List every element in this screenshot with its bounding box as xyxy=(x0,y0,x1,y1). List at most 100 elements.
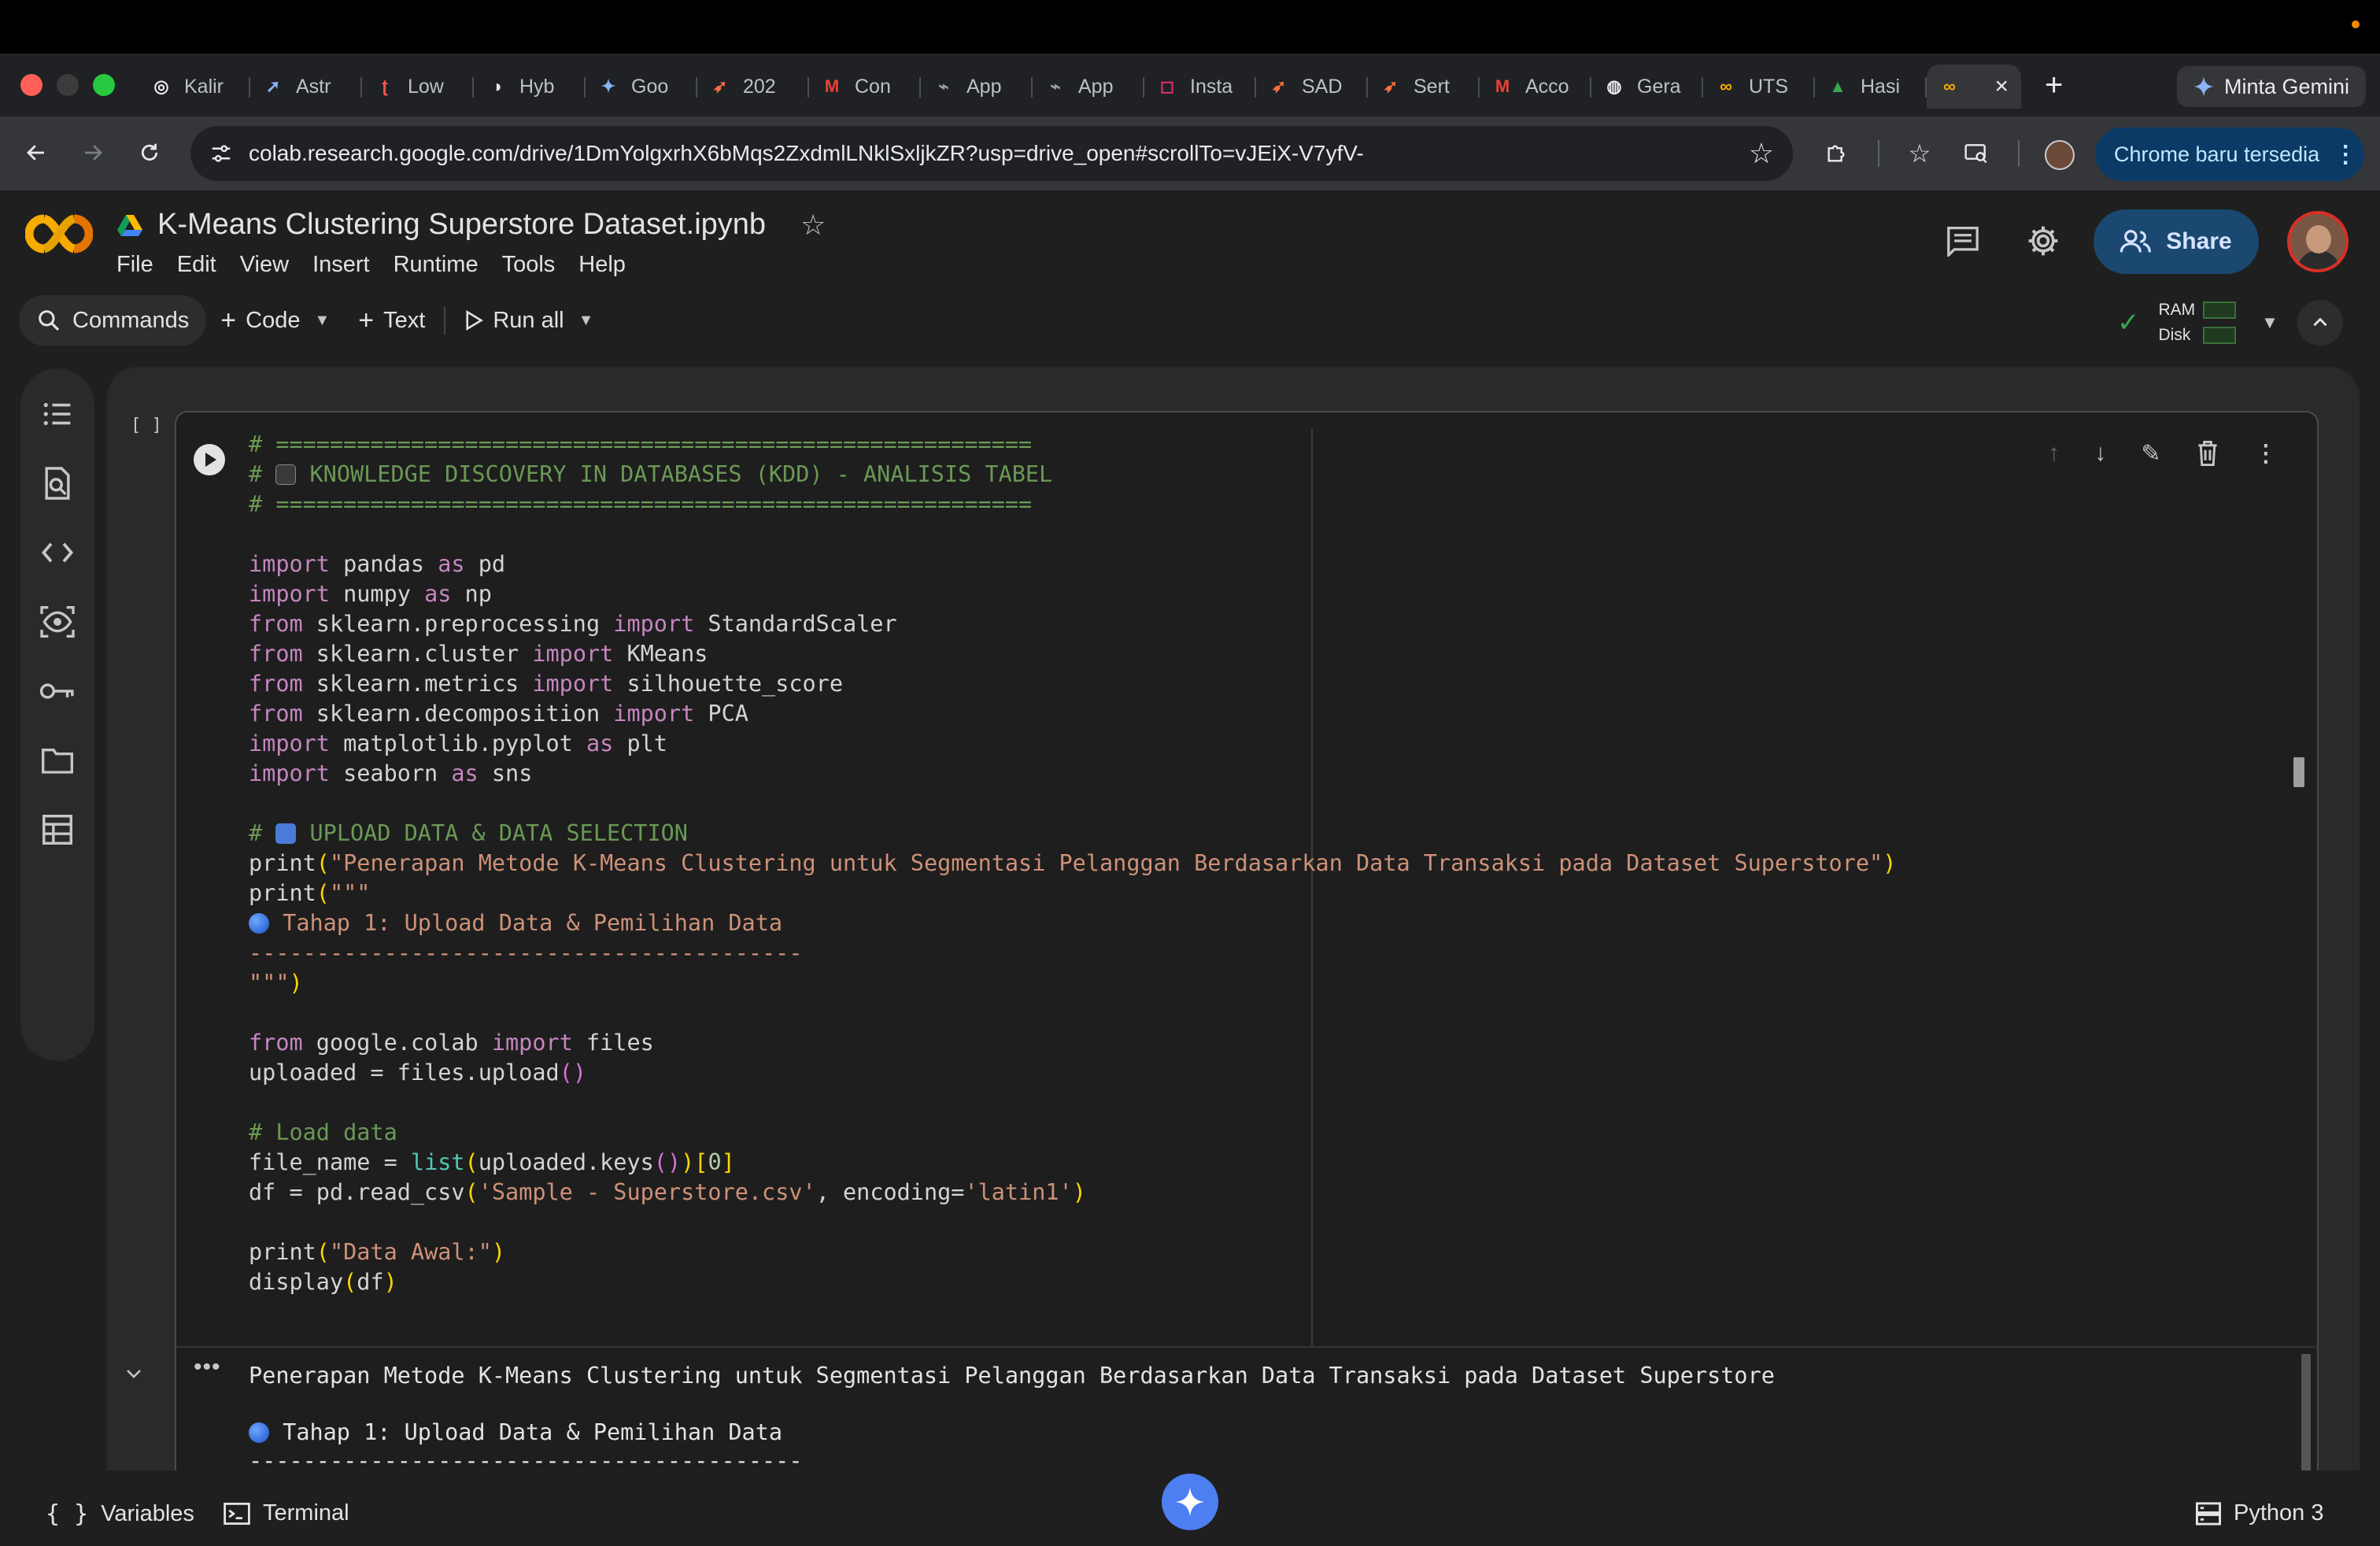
close-tab-icon[interactable]: × xyxy=(1994,73,2009,100)
chrome-update-button[interactable]: Chrome baru tersedia ⋮ xyxy=(2095,128,2364,181)
window-zoom-button[interactable] xyxy=(93,74,115,96)
menu-view[interactable]: View xyxy=(240,252,289,278)
browser-tab[interactable]: M Acco xyxy=(1480,65,1591,109)
secrets-key-icon[interactable] xyxy=(39,672,76,710)
colab-logo[interactable] xyxy=(25,214,93,253)
runtime-resources[interactable]: ✓ RAM Disk ▼ xyxy=(2117,298,2343,348)
menu-tools[interactable]: Tools xyxy=(502,252,556,278)
menu-runtime[interactable]: Runtime xyxy=(394,252,479,278)
comments-icon[interactable] xyxy=(1941,219,1985,263)
browser-tab[interactable]: ➶ SAD xyxy=(1256,65,1368,109)
bookmarks-manager-icon[interactable]: ☆ xyxy=(1901,135,1938,172)
runtime-label: Python 3 xyxy=(2234,1500,2324,1526)
variables-button[interactable]: { } Variables xyxy=(46,1500,194,1528)
bookmark-star-icon[interactable]: ☆ xyxy=(1749,137,1774,170)
comment-line: # ======================================… xyxy=(249,431,1033,457)
find-replace-icon[interactable] xyxy=(39,464,76,502)
back-button[interactable] xyxy=(17,134,55,172)
edit-pencil-icon[interactable]: ✎ xyxy=(2141,440,2160,468)
table-of-contents-icon[interactable] xyxy=(39,395,76,433)
move-up-icon[interactable]: ↑ xyxy=(2048,440,2060,467)
account-avatar[interactable] xyxy=(2287,211,2349,272)
google-drive-icon[interactable] xyxy=(116,213,143,237)
browser-tab[interactable]: M Con xyxy=(809,65,921,109)
editor-scrollbar[interactable] xyxy=(2293,757,2304,787)
variables-label: Variables xyxy=(101,1501,194,1526)
menu-edit[interactable]: Edit xyxy=(177,252,216,278)
commands-label: Commands xyxy=(72,307,190,333)
add-code-cell-button[interactable]: + Code ▼ xyxy=(206,295,344,346)
output-actions-icon[interactable]: ••• xyxy=(194,1354,221,1381)
resource-meters: RAM Disk xyxy=(2159,298,2238,348)
browser-tab[interactable]: ⌁ App xyxy=(1033,65,1144,109)
screen-search-icon xyxy=(1964,144,1987,164)
variable-inspector-icon[interactable] xyxy=(39,603,76,641)
forward-button[interactable] xyxy=(74,134,112,172)
output-divider xyxy=(176,1346,2320,1348)
tab-title: SAD xyxy=(1302,75,1343,98)
new-tab-button[interactable]: + xyxy=(2045,69,2063,101)
notebook-title[interactable]: K-Means Clustering Superstore Dataset.ip… xyxy=(157,208,766,242)
browser-tab[interactable]: ✦ Goo xyxy=(586,65,697,109)
browser-tab[interactable]: ◑ Hyb xyxy=(474,65,586,109)
data-table-icon[interactable] xyxy=(39,811,76,849)
blue-circle-emoji-icon xyxy=(249,913,269,934)
gemini-assistant-button[interactable] xyxy=(1162,1474,1218,1530)
move-down-icon[interactable]: ↓ xyxy=(2094,440,2106,467)
terminal-button[interactable]: Terminal xyxy=(224,1500,349,1526)
run-all-button[interactable]: Run all ▼ xyxy=(450,295,608,346)
menu-file[interactable]: File xyxy=(116,252,153,278)
share-button[interactable]: Share xyxy=(2094,209,2259,274)
chevron-up-icon xyxy=(2313,317,2327,327)
menu-insert[interactable]: Insert xyxy=(312,252,370,278)
address-bar[interactable]: colab.research.google.com/drive/1DmYolgx… xyxy=(190,126,1793,181)
browser-tab-active[interactable]: ∞ × xyxy=(1927,65,2021,109)
reading-mode-icon[interactable] xyxy=(1958,135,1994,172)
code-cell[interactable]: # ======================================… xyxy=(127,411,2320,1470)
site-settings-icon[interactable] xyxy=(209,142,233,165)
chevron-down-icon[interactable]: ▼ xyxy=(2261,313,2278,333)
command-palette-button[interactable]: Commands xyxy=(19,295,207,346)
browser-tab[interactable]: ∞ UTS xyxy=(1703,65,1815,109)
cell-toolbar: ↑ ↓ ✎ ⋮ xyxy=(2031,428,2295,479)
chevron-down-icon[interactable]: ▼ xyxy=(314,312,330,330)
menu-help[interactable]: Help xyxy=(578,252,626,278)
tab-list: ◎ Kalir ➚ Astr ʈ Low ◑ Hyb ✦ Goo ➶ 202 M Con ⌁ App ⌁ App ◻… xyxy=(139,65,2021,109)
settings-gear-icon[interactable] xyxy=(2021,219,2065,263)
collapse-header-button[interactable] xyxy=(2297,300,2343,346)
run-all-label: Run all xyxy=(493,307,564,333)
code-snippets-icon[interactable] xyxy=(39,534,76,571)
window-close-button[interactable] xyxy=(20,74,42,96)
reload-button[interactable] xyxy=(131,134,168,172)
delete-trash-icon[interactable] xyxy=(2196,441,2219,466)
output-scrollbar[interactable] xyxy=(2301,1354,2311,1470)
browser-tab[interactable]: ⌁ App xyxy=(921,65,1033,109)
profile-avatar[interactable] xyxy=(2045,140,2075,170)
plus-icon: + xyxy=(358,305,375,335)
browser-tab[interactable]: ◻ Insta xyxy=(1144,65,1256,109)
star-notebook-icon[interactable]: ☆ xyxy=(800,209,826,242)
browser-tab[interactable]: ʈ Low xyxy=(362,65,474,109)
files-folder-icon[interactable] xyxy=(39,742,76,779)
window-minimize-button[interactable] xyxy=(57,74,79,96)
collapse-output-chevron-icon[interactable] xyxy=(124,1360,143,1385)
keycap-one-emoji-icon xyxy=(275,823,297,844)
browser-tab[interactable]: ➶ 202 xyxy=(697,65,809,109)
runtime-type-button[interactable]: Python 3 xyxy=(2196,1500,2323,1526)
run-cell-button[interactable] xyxy=(194,444,225,475)
browser-tab[interactable]: ◎ Kalir xyxy=(139,65,250,109)
globe-icon: ◍ xyxy=(1606,76,1622,96)
more-vert-icon[interactable]: ⋮ xyxy=(2254,440,2278,468)
ask-gemini-button[interactable]: Minta Gemini xyxy=(2177,66,2366,107)
browser-tab[interactable]: ▲ Hasi xyxy=(1815,65,1927,109)
browser-tab[interactable]: ➚ Astr xyxy=(250,65,362,109)
code-editor[interactable]: # ======================================… xyxy=(249,430,1896,1297)
add-text-cell-button[interactable]: + Text xyxy=(344,295,439,346)
chevron-down-icon[interactable]: ▼ xyxy=(578,312,594,330)
extensions-icon[interactable] xyxy=(1818,135,1854,172)
browser-tab[interactable]: ➶ Sert xyxy=(1368,65,1480,109)
browser-tab[interactable]: ◍ Gera xyxy=(1591,65,1703,109)
plus-icon: + xyxy=(220,305,237,335)
people-icon xyxy=(2120,230,2152,253)
drive-icon: ▲ xyxy=(1829,76,1846,96)
